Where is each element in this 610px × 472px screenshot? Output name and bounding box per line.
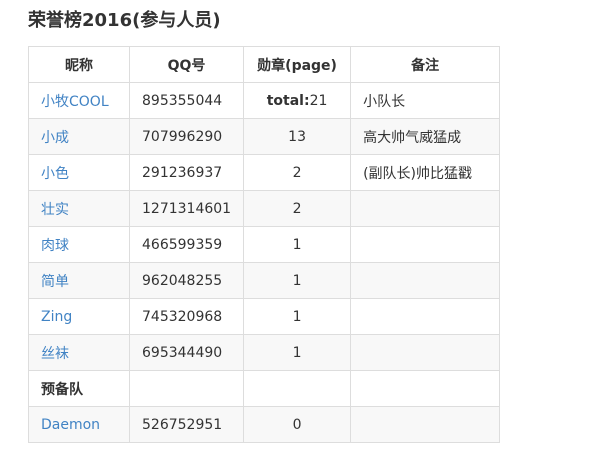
page-title: 荣誉榜2016(参与人员) — [28, 10, 221, 31]
table-row: 小色 291236937 2 (副队长)帅比猛戳 — [28, 154, 501, 191]
table-row: 丝袜 695344490 1 — [28, 334, 501, 371]
member-nickname-link[interactable]: 壮实 — [28, 190, 130, 227]
header-nickname: 昵称 — [28, 46, 130, 83]
table-row: Zing 745320968 1 — [28, 298, 501, 335]
medal-total-value: 21 — [309, 92, 328, 109]
member-qq: 745320968 — [128, 298, 245, 335]
header-medal: 勋章(page) — [243, 46, 352, 83]
member-medal: 2 — [243, 190, 352, 227]
member-note — [350, 262, 501, 299]
member-nickname-link[interactable]: 小牧COOL — [28, 82, 130, 119]
member-note — [350, 406, 501, 443]
member-medal: total:21 — [243, 82, 352, 119]
member-note: 高大帅气威猛成 — [350, 118, 501, 155]
reserve-group-label: 预备队 — [28, 370, 130, 407]
member-qq: 707996290 — [128, 118, 245, 155]
member-nickname-link[interactable]: Zing — [28, 298, 130, 335]
member-note — [350, 334, 501, 371]
table-row: 预备队 — [28, 370, 501, 407]
member-nickname-link[interactable]: Daemon — [28, 406, 130, 443]
member-qq: 962048255 — [128, 262, 245, 299]
medal-total-label: total: — [266, 92, 310, 109]
member-note: (副队长)帅比猛戳 — [350, 154, 501, 191]
table-row: 肉球 466599359 1 — [28, 226, 501, 263]
member-nickname-link[interactable]: 丝袜 — [28, 334, 130, 371]
member-note: 小队长 — [350, 82, 501, 119]
member-note — [350, 226, 501, 263]
table-row: 小牧COOL 895355044 total:21 小队长 — [28, 82, 501, 119]
member-medal: 1 — [243, 226, 352, 263]
table-header-row: 昵称 QQ号 勋章(page) 备注 — [28, 46, 501, 83]
member-nickname-link[interactable]: 简单 — [28, 262, 130, 299]
header-qq: QQ号 — [128, 46, 245, 83]
member-qq: 895355044 — [128, 82, 245, 119]
member-note — [350, 190, 501, 227]
member-qq: 1271314601 — [128, 190, 245, 227]
honor-roll-table: 昵称 QQ号 勋章(page) 备注 小牧COOL 895355044 tota… — [28, 46, 501, 443]
member-note — [350, 370, 501, 407]
member-medal: 0 — [243, 406, 352, 443]
member-note — [350, 298, 501, 335]
member-nickname-link[interactable]: 小成 — [28, 118, 130, 155]
member-medal: 2 — [243, 154, 352, 191]
table-row: Daemon 526752951 0 — [28, 406, 501, 443]
member-medal: 1 — [243, 298, 352, 335]
member-qq: 466599359 — [128, 226, 245, 263]
header-note: 备注 — [350, 46, 501, 83]
member-nickname-link[interactable]: 肉球 — [28, 226, 130, 263]
member-medal: 1 — [243, 334, 352, 371]
member-qq: 695344490 — [128, 334, 245, 371]
member-qq: 291236937 — [128, 154, 245, 191]
table-row: 小成 707996290 13 高大帅气威猛成 — [28, 118, 501, 155]
member-medal: 13 — [243, 118, 352, 155]
member-medal: 1 — [243, 262, 352, 299]
table-row: 简单 962048255 1 — [28, 262, 501, 299]
member-qq: 526752951 — [128, 406, 245, 443]
member-nickname-link[interactable]: 小色 — [28, 154, 130, 191]
member-medal — [243, 370, 352, 407]
member-qq — [128, 370, 245, 407]
table-row: 壮实 1271314601 2 — [28, 190, 501, 227]
